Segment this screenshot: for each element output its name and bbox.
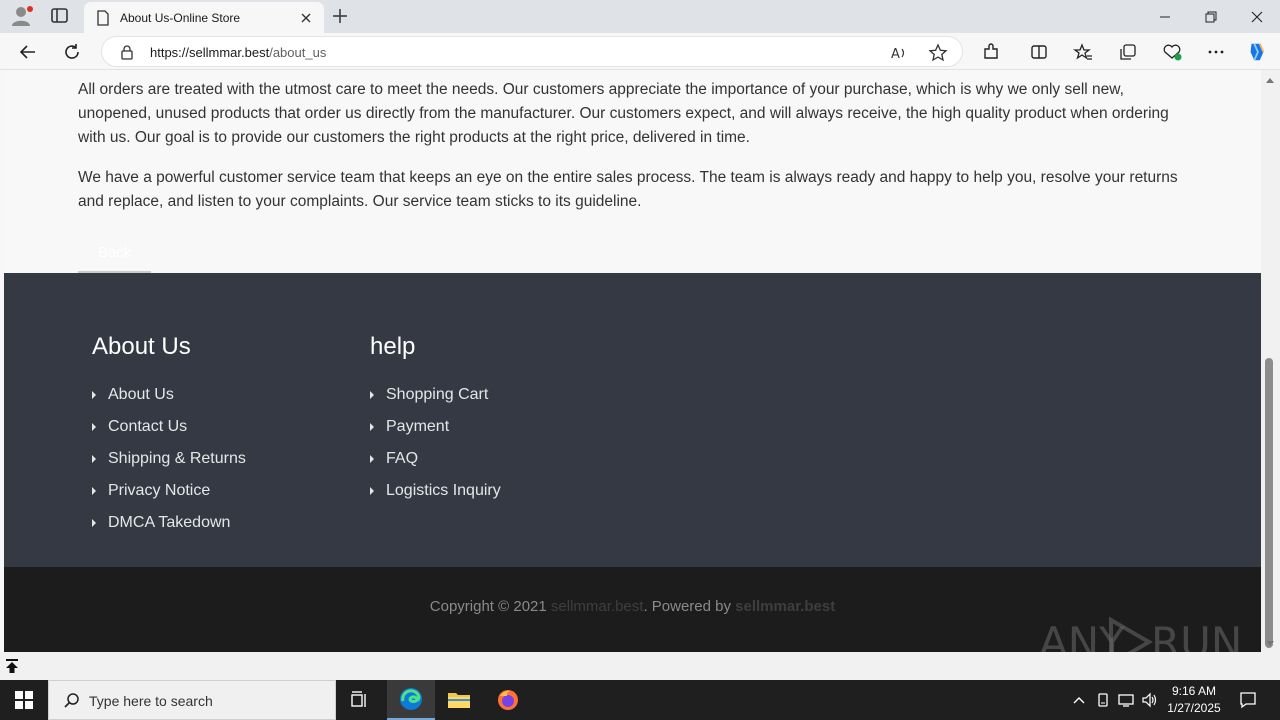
- caret-right-icon: [92, 487, 96, 495]
- restore-icon[interactable]: [1188, 0, 1234, 33]
- device-tray-icon[interactable]: [1092, 680, 1114, 720]
- tab-actions-icon[interactable]: [50, 7, 70, 25]
- url-field[interactable]: https://sellmmar.best/about_us A: [101, 36, 963, 67]
- footer-link-shipping-returns[interactable]: Shipping & Returns: [92, 443, 246, 475]
- refresh-icon[interactable]: [61, 41, 83, 63]
- clock-time: 9:16 AM: [1171, 684, 1217, 698]
- browser-essentials-icon[interactable]: [1161, 41, 1183, 63]
- footer-link-logistics-inquiry[interactable]: Logistics Inquiry: [370, 475, 501, 507]
- footer-help-heading: help: [370, 333, 416, 360]
- more-menu-icon[interactable]: [1205, 41, 1227, 63]
- anyrun-watermark-logo: ANY RUN: [1039, 610, 1242, 652]
- favorites-icon[interactable]: [1072, 41, 1094, 63]
- new-tab-icon[interactable]: [331, 7, 349, 25]
- network-icon[interactable]: [1115, 680, 1137, 720]
- close-tab-icon[interactable]: [298, 10, 314, 26]
- firefox-icon[interactable]: [484, 680, 532, 720]
- svg-text:A: A: [891, 47, 900, 62]
- caret-right-icon: [92, 423, 96, 431]
- about-paragraph-1: All orders are treated with the utmost c…: [78, 81, 1169, 146]
- windows-taskbar: Type here to search 9:16 AM 1/27/2025: [0, 680, 1280, 720]
- lock-icon[interactable]: [120, 45, 134, 60]
- notification-center-icon[interactable]: [1234, 680, 1262, 720]
- favorite-star-icon[interactable]: [928, 43, 948, 63]
- close-window-icon[interactable]: [1234, 0, 1280, 33]
- powered-by-link[interactable]: sellmmar.best: [735, 598, 835, 615]
- tab-active[interactable]: About Us-Online Store: [84, 2, 324, 33]
- document-icon: [96, 9, 110, 26]
- minimize-icon[interactable]: [1142, 0, 1188, 33]
- browser-titlebar: About Us-Online Store: [0, 0, 1280, 33]
- page-scrollbar[interactable]: [1261, 70, 1280, 652]
- address-bar-row: https://sellmmar.best/about_us A: [0, 33, 1280, 70]
- show-hidden-icons-icon[interactable]: [1068, 680, 1090, 720]
- caret-right-icon: [92, 455, 96, 463]
- footer-link-dmca-takedown[interactable]: DMCA Takedown: [92, 507, 246, 539]
- split-screen-icon[interactable]: [1028, 41, 1050, 63]
- copyright-site-link[interactable]: sellmmar.best: [551, 598, 644, 615]
- footer-links-section: About Us About Us Contact Us Shipping & …: [4, 273, 1261, 567]
- search-placeholder: Type here to search: [89, 693, 213, 709]
- profile-icon[interactable]: [10, 5, 34, 27]
- page-bottom-strip: [0, 652, 1280, 680]
- task-view-icon[interactable]: [336, 680, 384, 720]
- url-path: /about_us: [269, 45, 327, 60]
- search-icon: [63, 692, 81, 710]
- svg-text:RUN: RUN: [1151, 618, 1239, 652]
- caret-right-icon: [370, 487, 374, 495]
- windows-start-icon[interactable]: [0, 680, 48, 720]
- read-aloud-icon[interactable]: A: [889, 43, 909, 63]
- taskbar-search-box[interactable]: Type here to search: [48, 680, 336, 720]
- footer-about-column: About Us About Us Contact Us Shipping & …: [92, 333, 246, 539]
- url-text[interactable]: https://sellmmar.best/about_us: [150, 45, 326, 60]
- taskbar-clock[interactable]: 9:16 AM 1/27/2025: [1160, 683, 1228, 717]
- file-explorer-icon[interactable]: [435, 680, 483, 720]
- caret-right-icon: [92, 519, 96, 527]
- back-button[interactable]: Back: [78, 238, 151, 273]
- footer-link-about-us[interactable]: About Us: [92, 379, 246, 411]
- caret-right-icon: [92, 391, 96, 399]
- back-to-top-icon[interactable]: [5, 658, 19, 674]
- url-host: https://sellmmar.best: [150, 45, 270, 60]
- about-content: All orders are treated with the utmost c…: [78, 78, 1198, 230]
- footer-link-shopping-cart[interactable]: Shopping Cart: [370, 379, 501, 411]
- scrollbar-thumb[interactable]: [1265, 358, 1273, 648]
- copilot-icon[interactable]: [1246, 41, 1268, 63]
- about-paragraph-2: We have a powerful customer service team…: [78, 169, 1178, 210]
- extensions-icon[interactable]: [980, 41, 1002, 63]
- edge-taskbar-icon[interactable]: [387, 680, 435, 720]
- footer-help-column: help Shopping Cart Payment FAQ Logistics…: [370, 333, 501, 507]
- scroll-down-arrow-icon[interactable]: [1266, 641, 1274, 646]
- volume-icon[interactable]: [1139, 680, 1161, 720]
- scroll-up-arrow-icon[interactable]: [1266, 78, 1274, 83]
- caret-right-icon: [370, 455, 374, 463]
- footer-link-payment[interactable]: Payment: [370, 411, 501, 443]
- caret-right-icon: [370, 391, 374, 399]
- footer-about-heading: About Us: [92, 333, 191, 360]
- footer-link-faq[interactable]: FAQ: [370, 443, 501, 475]
- tab-title: About Us-Online Store: [120, 10, 241, 25]
- back-arrow-icon[interactable]: [17, 41, 39, 63]
- footer-link-contact-us[interactable]: Contact Us: [92, 411, 246, 443]
- web-page: All orders are treated with the utmost c…: [4, 70, 1261, 652]
- caret-right-icon: [370, 423, 374, 431]
- footer-link-privacy-notice[interactable]: Privacy Notice: [92, 475, 246, 507]
- clock-date: 1/27/2025: [1167, 701, 1221, 715]
- collections-icon[interactable]: [1117, 41, 1139, 63]
